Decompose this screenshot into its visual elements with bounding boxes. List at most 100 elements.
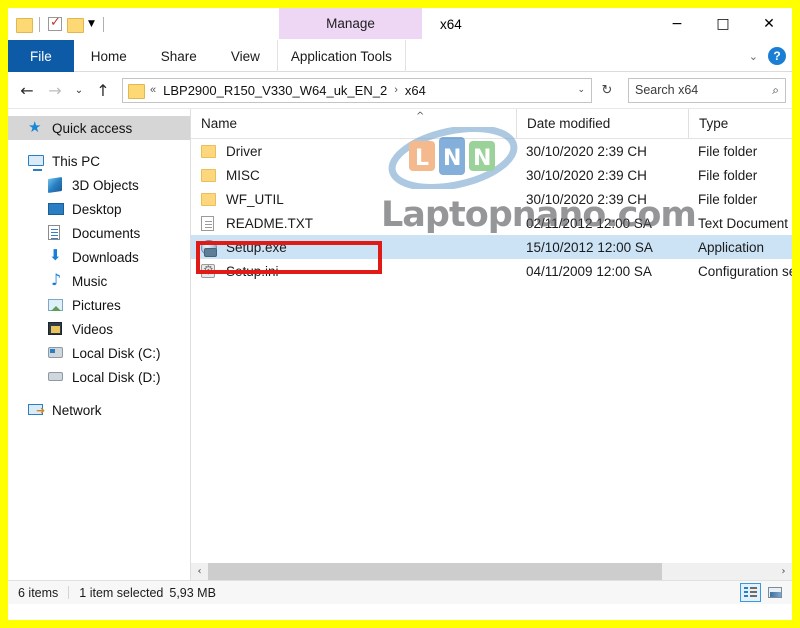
refresh-button[interactable]: ↻: [594, 77, 620, 103]
application-icon: [201, 239, 218, 257]
table-row-selected[interactable]: Setup.exe 15/10/2012 12:00 SA Applicatio…: [191, 235, 792, 259]
sidebar-item-3d-objects[interactable]: 3D Objects: [8, 173, 190, 197]
table-row[interactable]: Setup.ini 04/11/2009 12:00 SA Configurat…: [191, 259, 792, 283]
help-icon[interactable]: ?: [768, 47, 786, 65]
folder-icon: [201, 192, 218, 207]
folder-icon[interactable]: [16, 17, 33, 33]
ribbon-right-controls: ⌄ ?: [749, 40, 786, 72]
new-folder-icon[interactable]: [67, 17, 84, 33]
sidebar-item-local-disk-c[interactable]: Local Disk (C:): [8, 341, 190, 365]
file-name-cell: Setup.exe: [191, 239, 516, 257]
disk-d-icon: [48, 369, 65, 385]
forward-button[interactable]: →: [42, 77, 68, 103]
tab-share[interactable]: Share: [144, 40, 214, 72]
sidebar-item-label: This PC: [52, 153, 101, 169]
sidebar-item-local-disk-d[interactable]: Local Disk (D:): [8, 365, 190, 389]
toolbar-divider-2: [102, 16, 104, 32]
tab-application-tools[interactable]: Application Tools: [276, 40, 406, 72]
table-row[interactable]: Driver 30/10/2020 2:39 CH File folder: [191, 139, 792, 163]
downloads-icon: [48, 246, 65, 265]
file-name: WF_UTIL: [226, 191, 284, 207]
sidebar-item-desktop[interactable]: Desktop: [8, 197, 190, 221]
table-row[interactable]: MISC 30/10/2020 2:39 CH File folder: [191, 163, 792, 187]
scrollbar-track[interactable]: [208, 563, 775, 580]
breadcrumb-separator[interactable]: ›: [392, 84, 400, 96]
column-header-date-modified[interactable]: Date modified: [516, 109, 688, 139]
search-box[interactable]: Search x64 ⌕: [628, 77, 786, 103]
file-type: Configuration set: [698, 263, 792, 279]
tab-home[interactable]: Home: [74, 40, 144, 72]
sidebar-item-label: Music: [72, 273, 108, 289]
address-actions: ⌄: [577, 85, 589, 95]
sidebar-item-this-pc[interactable]: This PC: [8, 149, 190, 173]
file-list-pane: Name ^ Date modified Type Driver 30/10/2…: [191, 109, 792, 580]
breadcrumb-segment-current[interactable]: x64: [405, 83, 426, 98]
properties-icon[interactable]: [48, 15, 62, 31]
details-view-button[interactable]: [740, 583, 761, 602]
column-header-type[interactable]: Type: [688, 109, 792, 139]
file-type: File folder: [698, 191, 758, 207]
quick-access-toolbar: ▼: [8, 8, 107, 40]
search-input[interactable]: Search x64: [635, 83, 698, 97]
file-type: File folder: [698, 167, 758, 183]
search-icon: ⌕: [772, 82, 779, 97]
sidebar-item-label: Local Disk (D:): [72, 369, 161, 385]
back-button[interactable]: ←: [14, 77, 40, 103]
sidebar-item-label: Desktop: [72, 201, 122, 217]
scroll-left-arrow-icon[interactable]: ‹: [191, 563, 208, 580]
documents-icon: [48, 225, 65, 241]
file-type: Application: [698, 239, 765, 255]
up-button[interactable]: ↑: [90, 77, 116, 103]
recent-locations-button[interactable]: ⌄: [70, 77, 88, 103]
computer-icon: [28, 153, 45, 171]
file-rows: Driver 30/10/2020 2:39 CH File folder MI…: [191, 139, 792, 283]
selection-size: 5,93 MB: [169, 585, 216, 600]
sidebar-item-music[interactable]: Music: [8, 269, 190, 293]
close-button[interactable]: ✕: [746, 8, 792, 39]
address-bar: ← → ⌄ ↑ « LBP2900_R150_V330_W64_uk_EN_2 …: [8, 72, 792, 108]
horizontal-scrollbar[interactable]: ‹ ›: [191, 563, 792, 580]
large-icons-view-button[interactable]: [764, 583, 785, 602]
sidebar-item-downloads[interactable]: Downloads: [8, 245, 190, 269]
sidebar-item-label: 3D Objects: [72, 177, 139, 193]
contextual-tab-manage[interactable]: Manage: [279, 8, 422, 39]
window-controls: − □ ✕: [654, 8, 792, 39]
sidebar-item-documents[interactable]: Documents: [8, 221, 190, 245]
scrollbar-thumb[interactable]: [208, 563, 662, 580]
large-icons-view-icon: [767, 587, 782, 598]
table-row[interactable]: WF_UTIL 30/10/2020 2:39 CH File folder: [191, 187, 792, 211]
breadcrumb-segment-parent[interactable]: LBP2900_R150_V330_W64_uk_EN_2: [163, 83, 387, 98]
address-dropdown-icon[interactable]: ⌄: [577, 85, 585, 95]
view-toggle-group: [740, 583, 792, 602]
file-date: 15/10/2012 12:00 SA: [526, 239, 653, 255]
customize-dropdown-icon[interactable]: ▼: [88, 19, 95, 29]
column-header-name[interactable]: Name ^: [191, 109, 516, 139]
chevron-down-icon[interactable]: ⌄: [749, 50, 758, 63]
address-folder-icon: [128, 83, 145, 99]
scroll-right-arrow-icon[interactable]: ›: [775, 563, 792, 580]
sidebar-item-label: Videos: [72, 321, 114, 337]
status-divider: [68, 586, 70, 599]
column-headers: Name ^ Date modified Type: [191, 109, 792, 139]
tab-view[interactable]: View: [214, 40, 277, 72]
sidebar-item-label: Pictures: [72, 297, 121, 313]
sidebar-item-pictures[interactable]: Pictures: [8, 293, 190, 317]
sidebar-item-network[interactable]: Network: [8, 398, 190, 422]
selection-status: 1 item selected: [79, 585, 164, 600]
file-name: MISC: [226, 167, 260, 183]
address-path-input[interactable]: « LBP2900_R150_V330_W64_uk_EN_2 › x64 ⌄: [122, 77, 592, 103]
file-date: 30/10/2020 2:39 CH: [526, 167, 647, 183]
sidebar-item-quick-access[interactable]: Quick access: [8, 116, 190, 140]
sidebar-item-label: Local Disk (C:): [72, 345, 161, 361]
file-name-cell: WF_UTIL: [191, 192, 516, 207]
tab-file[interactable]: File: [8, 40, 74, 72]
star-icon: [28, 118, 45, 136]
sidebar-item-videos[interactable]: Videos: [8, 317, 190, 341]
file-name-cell: Setup.ini: [191, 263, 516, 279]
item-count: 6 items: [18, 585, 59, 600]
maximize-button[interactable]: □: [700, 8, 746, 39]
minimize-button[interactable]: −: [654, 8, 700, 39]
table-row[interactable]: README.TXT 02/11/2012 12:00 SA Text Docu…: [191, 211, 792, 235]
